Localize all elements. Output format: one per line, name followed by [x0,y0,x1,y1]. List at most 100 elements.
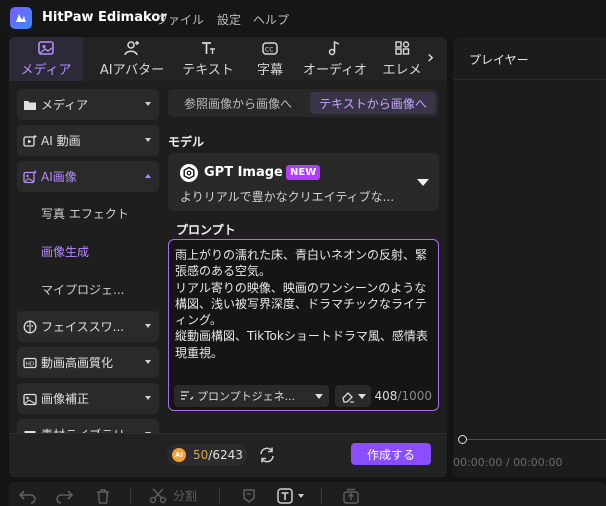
create-button[interactable]: 作成する [351,443,431,465]
prompt-generator-label: プロンプトジェネ... [197,390,296,403]
marker-icon[interactable] [241,488,257,504]
title-bar: HitPaw Edimakor ファイル 設定 ヘルプ [0,0,606,36]
model-name: GPT Image 2 [204,165,297,180]
toolbar-divider [130,488,131,504]
menu-file[interactable]: ファイル [156,11,204,28]
audio-icon [328,40,340,56]
refresh-icon[interactable] [257,445,277,465]
sidebar-item-label: AI画像 [41,170,77,184]
text-icon [202,42,215,54]
player-time: 00:00:00 / 00:00:00 [453,456,563,469]
tab-ai-avatar[interactable]: AIアバター [85,37,179,81]
split-icon[interactable] [149,488,167,504]
credits-text: 50/6243 [193,448,243,462]
tab-text-label: テキスト [182,63,234,78]
prompt-section-title: プロンプト [176,223,236,237]
ai-image-panel: メディア AIアバター テキスト CC 字幕 オーディオ エレメ › メディア [9,37,447,477]
chevron-down-icon [145,138,151,142]
dropdown-caret-icon[interactable] [417,179,429,186]
redo-icon[interactable] [55,488,73,504]
chevron-down-icon [145,102,151,106]
tab-subtitle-label: 字幕 [256,63,283,78]
export-frame-icon[interactable] [342,488,360,504]
chevron-down-icon [315,393,323,399]
prompt-style-dropdown[interactable] [335,385,371,407]
split-label[interactable]: 分割 [173,487,197,503]
sidebar-subitem-my-projects[interactable]: マイプロジェ... [41,281,124,298]
openai-logo-icon [180,164,198,182]
app-logo-icon [10,7,32,29]
tab-audio-label: オーディオ [302,63,368,78]
sidebar-item-image-fix[interactable]: 画像補正 [17,383,159,414]
player-progress-track[interactable] [463,439,606,440]
chevron-up-icon [145,174,151,178]
element-icon [395,41,410,55]
top-tab-bar: メディア AIアバター テキスト CC 字幕 オーディオ エレメ › [9,37,447,81]
sidebar-item-label: 画像補正 [41,392,90,406]
svg-text:HD: HD [26,361,34,367]
character-count-value: 408 [374,389,398,403]
sidebar-subitem-photo-effect[interactable]: 写真 エフェクト [41,205,129,222]
tab-text[interactable]: テキスト [175,37,241,81]
sidebar-item-label: メディア [41,98,89,112]
player-title: プレイヤー [469,53,529,67]
undo-icon[interactable] [19,488,37,504]
timeline-toolbar: 分割 [9,482,606,506]
delete-icon[interactable] [95,488,111,504]
credits-coin-icon: AI [172,448,186,462]
tab-media[interactable]: メディア [9,37,83,81]
mode-text-to-image[interactable]: テキストから画像へ [310,92,436,114]
character-count-max: /1000 [397,389,432,403]
player-panel: プレイヤー 00:00:00 / 00:00:00 [453,37,606,477]
tab-subtitle[interactable]: CC 字幕 [245,37,295,81]
chevron-down-icon[interactable] [298,494,304,498]
model-select[interactable]: GPT Image 2 NEW よりリアルで豊かなクリエイティブな... [168,153,439,211]
eraser-icon [341,391,354,403]
credits-used: 50 [193,448,209,462]
sidebar-item-ai-image[interactable]: AI画像 [17,161,159,192]
tab-media-label: メディア [20,63,72,78]
toolbar-divider [219,488,220,504]
menu-help[interactable]: ヘルプ [253,11,289,28]
chevron-down-icon [357,393,366,399]
sidebar-item-label: 動画高画質化 [41,356,114,370]
tabs-next-chevron-icon[interactable]: › [427,49,443,69]
sidebar-subitem-image-generation[interactable]: 画像生成 [41,243,89,260]
menu-settings[interactable]: 設定 [217,11,241,28]
new-badge: NEW [286,165,321,180]
character-count: 408/1000 [375,389,433,403]
model-description: よりリアルで豊かなクリエイティブな... [180,190,395,204]
media-icon [38,41,54,55]
folder-icon [24,100,36,110]
ai-avatar-icon [124,41,139,56]
prompt-generator-dropdown[interactable]: プロンプトジェネ... [174,385,329,407]
prompt-textarea[interactable]: 雨上がりの濡れた床、青白いネオンの反射、緊張感のある空気。 リアル寄りの映像、映… [168,239,439,411]
mode-switch: 参照画像から画像へ テキストから画像へ [168,89,439,117]
tab-element[interactable]: エレメ [375,37,429,81]
sidebar-item-media[interactable]: メディア [17,89,159,120]
subtitle-icon: CC [262,42,278,55]
tab-audio[interactable]: オーディオ [297,37,373,81]
sidebar-item-label: フェイススワ... [41,320,125,334]
svg-text:CC: CC [265,47,273,54]
player-playhead[interactable] [458,435,467,444]
credits-display: AI 50/6243 [167,444,247,466]
sidebar-item-face-swap[interactable]: フェイススワ... [17,311,159,342]
toolbar-divider [321,488,322,504]
text-tool-icon[interactable] [277,488,293,504]
sidebar-item-ai-video[interactable]: AI 動画 [17,125,159,156]
chevron-down-icon [145,324,151,328]
panel-footer: AI 50/6243 作成する [9,433,447,477]
prompt-generator-icon [181,391,194,400]
model-section-title: モデル [168,135,205,149]
sidebar-item-video-enhance[interactable]: HD 動画高画質化 [17,347,159,378]
app-name: HitPaw Edimakor [42,10,167,25]
mode-image-to-image[interactable]: 参照画像から画像へ [174,92,302,114]
image-fix-icon [23,393,37,405]
ai-video-icon [23,134,37,147]
tab-ai-avatar-label: AIアバター [99,63,165,78]
prompt-text[interactable]: 雨上がりの濡れた床、青白いネオンの反射、緊張感のある空気。 リアル寄りの映像、映… [175,247,433,361]
chevron-down-icon [145,360,151,364]
ai-image-icon [23,170,37,183]
chevron-down-icon [145,396,151,400]
